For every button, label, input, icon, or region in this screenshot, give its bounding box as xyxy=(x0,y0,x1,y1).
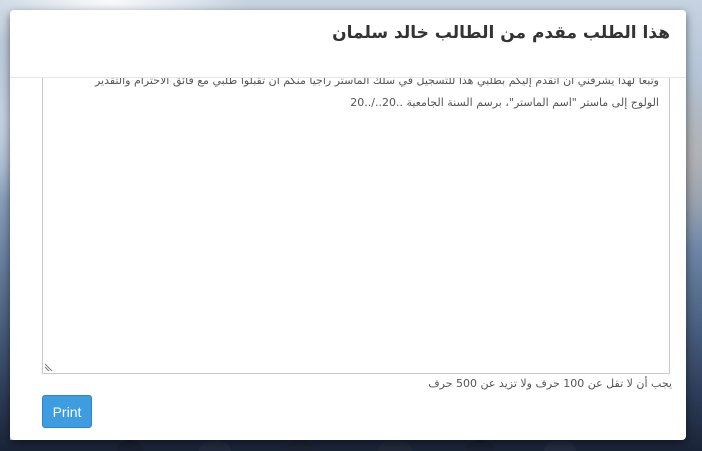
letter-line-partial: وتبعا لهذا يشرفني أن أتقدم إليكم بطلبي ه… xyxy=(94,78,659,87)
request-letter-textarea[interactable]: وتبعا لهذا يشرفني أن أتقدم إليكم بطلبي ه… xyxy=(42,78,670,374)
print-button[interactable]: Print xyxy=(42,395,92,428)
letter-line: الولوج إلى ماستر "اسم الماستر"، برسم الس… xyxy=(350,96,659,109)
modal-title: هذا الطلب مقدم من الطالب خالد سلمان xyxy=(332,23,670,43)
modal-body: وتبعا لهذا يشرفني أن أتقدم إليكم بطلبي ه… xyxy=(10,78,686,440)
letter-text: وتبعا لهذا يشرفني أن أتقدم إليكم بطلبي ه… xyxy=(53,78,659,114)
modal-header: هذا الطلب مقدم من الطالب خالد سلمان xyxy=(10,10,686,78)
request-modal: هذا الطلب مقدم من الطالب خالد سلمان وتبع… xyxy=(10,10,686,440)
resize-grip-icon[interactable] xyxy=(44,362,54,372)
character-limit-hint: يجب أن لا تقل عن 100 حرف ولا تزيد عن 500… xyxy=(428,377,672,390)
